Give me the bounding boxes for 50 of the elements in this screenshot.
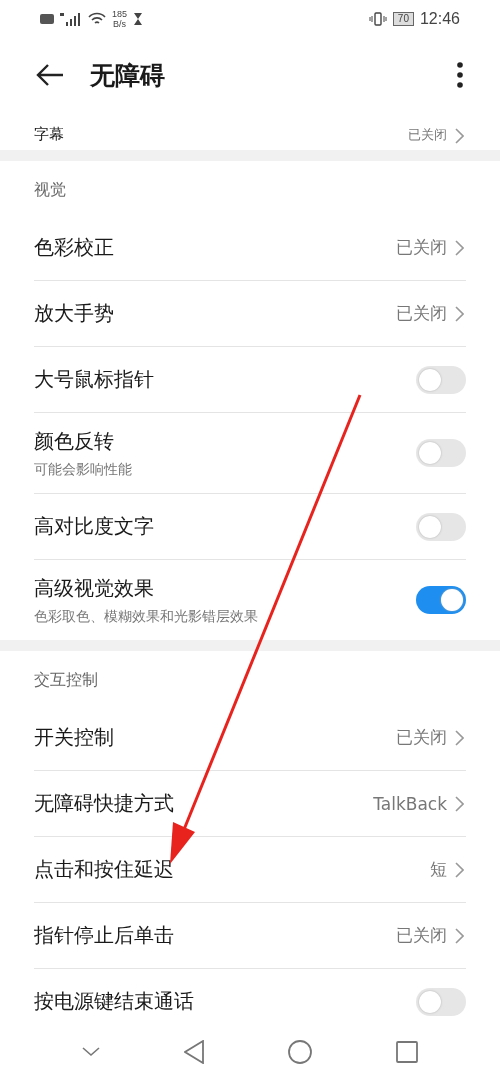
setting-description: 色彩取色、模糊效果和光影错层效果 [34,607,259,626]
setting-label[interactable]: 无障碍快捷方式 [34,790,366,817]
back-arrow-icon[interactable] [36,63,64,87]
setting-label[interactable]: 色彩校正 [34,234,388,261]
setting-label[interactable]: 颜色反转 [34,427,408,455]
setting-label[interactable]: 字幕 [34,125,400,144]
chevron-icon [455,927,464,944]
setting-label[interactable]: 点击和按住延迟 [34,856,422,883]
setting-label[interactable]: 高级视觉效果 [34,574,408,602]
collapse-icon[interactable] [82,1047,100,1057]
battery-level: 70 [397,13,409,24]
section-header: 视觉 [34,179,67,201]
setting-label[interactable]: 高对比度文字 [34,513,408,540]
page-title: 无障碍 [90,59,166,92]
setting-label[interactable]: 大号鼠标指针 [34,366,408,393]
chevron-icon [455,795,464,812]
setting-value: 已关闭 [408,126,447,144]
toggle-switch[interactable] [416,439,466,467]
network-speed: 185 [112,9,128,19]
setting-value: 已关闭 [396,236,447,259]
hourglass-icon [133,12,144,26]
chevron-icon [455,729,464,746]
vibrate-icon [368,12,387,26]
toggle-switch[interactable] [416,365,466,394]
toggle-switch[interactable] [416,512,466,541]
setting-value: 已关闭 [396,726,447,749]
setting-value: 短 [430,858,447,881]
section-header: 交互控制 [34,669,99,691]
setting-label[interactable]: 指针停止后单击 [34,922,388,949]
setting-label[interactable]: 放大手势 [34,300,388,327]
recents-icon[interactable] [396,1041,418,1063]
home-icon[interactable] [288,1040,312,1064]
speed-unit: B/s [113,19,126,29]
setting-label[interactable]: 按电源键结束通话 [34,988,408,1015]
chevron-icon [455,128,464,144]
setting-value: 已关闭 [396,302,447,325]
toggle-switch[interactable] [416,987,466,1016]
signal-icon [60,12,82,26]
chevron-icon [455,305,464,322]
setting-label[interactable]: 开关控制 [34,724,388,751]
back-icon[interactable] [184,1040,204,1064]
more-icon[interactable] [456,62,464,88]
setting-value: TalkBack [373,793,447,814]
setting-value: 已关闭 [396,924,447,947]
setting-description: 可能会影响性能 [34,460,133,479]
clock: 12:46 [419,10,460,28]
chevron-icon [455,861,464,878]
wifi-icon [88,12,106,26]
chevron-icon [455,239,464,256]
toggle-switch[interactable] [416,586,466,614]
